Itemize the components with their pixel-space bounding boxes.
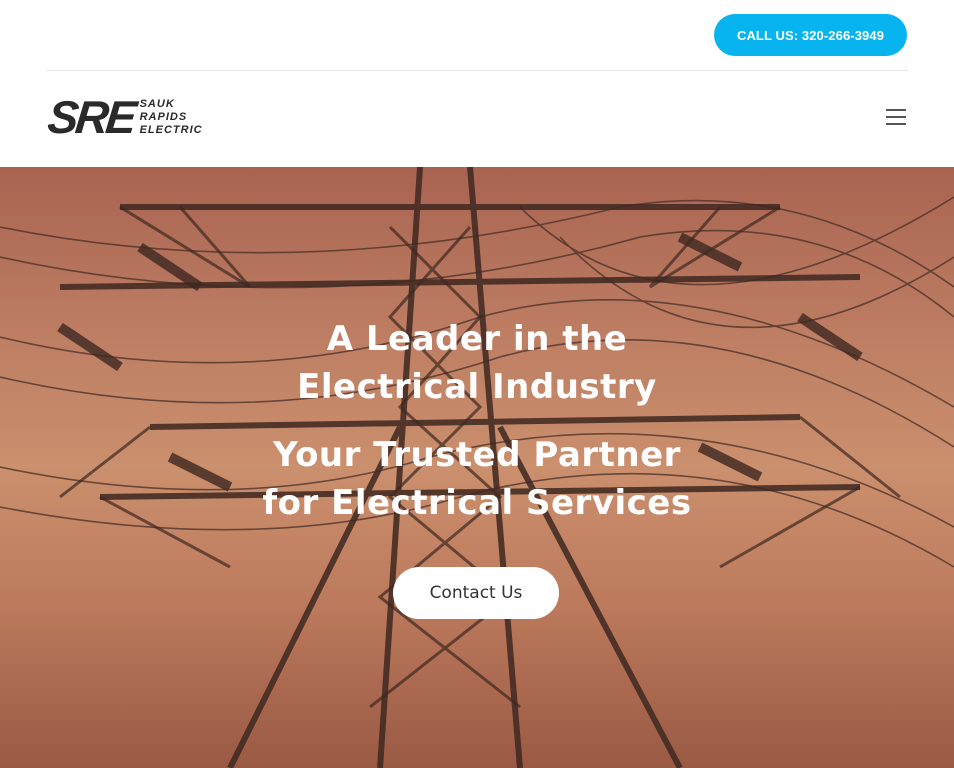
logo-word-3: ELECTRIC [139,123,203,136]
hero-section: A Leader in the Electrical Industry Your… [0,167,954,768]
logo-wordmark: SAUK RAPIDS ELECTRIC [140,98,203,137]
contact-us-button[interactable]: Contact Us [393,567,559,619]
logo-word-1: SAUK [139,97,175,110]
page: CALL US: 320-266-3949 SRE SAUK RAPIDS EL… [0,0,954,768]
hamburger-menu-icon[interactable] [886,109,910,129]
logo-word-2: RAPIDS [139,110,188,123]
hero-headline: A Leader in the Electrical Industry [297,319,657,407]
logo-mark: SRE [45,91,137,143]
site-logo[interactable]: SRE SAUK RAPIDS ELECTRIC [45,91,201,143]
hero-content: A Leader in the Electrical Industry Your… [0,167,954,768]
hero-subheadline: Your Trusted Partner for Electrical Serv… [262,435,692,523]
top-bar: CALL US: 320-266-3949 [0,0,954,70]
site-header: SRE SAUK RAPIDS ELECTRIC [0,71,954,167]
call-us-button[interactable]: CALL US: 320-266-3949 [714,14,907,56]
